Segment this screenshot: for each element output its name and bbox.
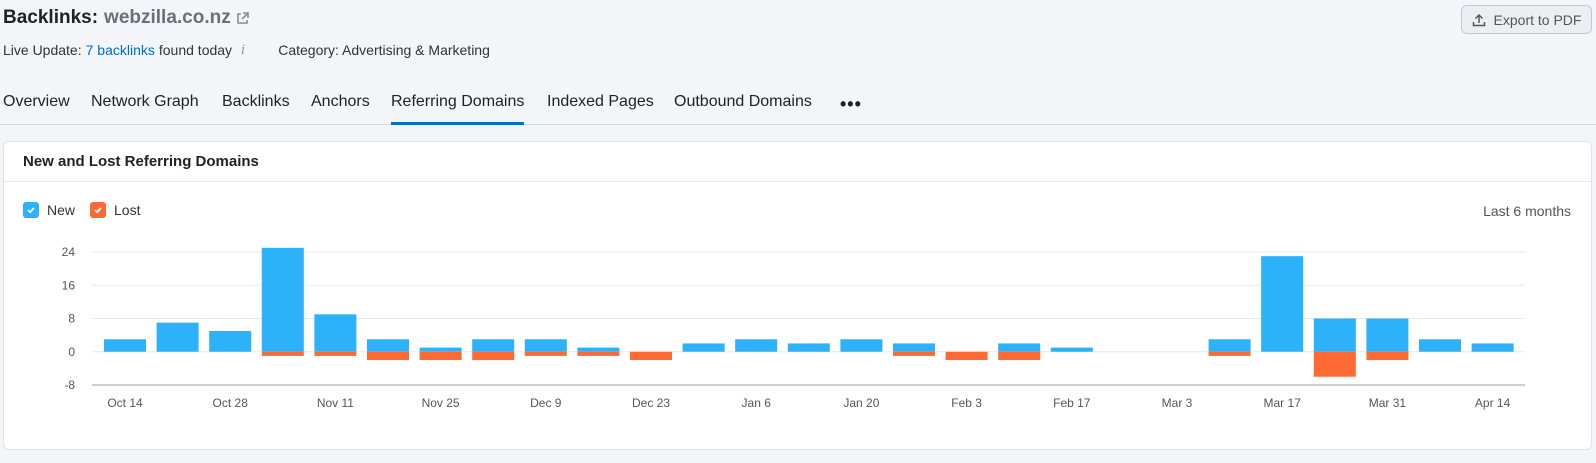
new-lost-referring-domains-card: New and Lost Referring Domains New Lost … [3,141,1592,450]
new-backlinks-link[interactable]: 7 backlinks [86,42,155,58]
x-tick-label: Mar 17 [1264,396,1302,410]
lost-domains-bar [945,351,988,361]
lost-domains-bar [1366,351,1409,361]
lost-domains-bar [998,351,1041,361]
new-domains-bar [1261,256,1304,352]
new-domains-bar [1208,339,1251,352]
tab-anchors[interactable]: Anchors [311,93,370,111]
y-tick-label: 8 [68,312,75,326]
new-domains-bar [209,330,252,352]
category-label: Category: Advertising & Marketing [278,42,490,58]
new-domains-bar [1050,347,1093,352]
lost-domains-bar [314,351,357,356]
tab-backlinks[interactable]: Backlinks [222,93,290,111]
x-tick-label: Nov 11 [317,396,354,410]
upload-icon [1472,13,1485,26]
new-domains-bar [840,339,883,352]
lost-domains-bar [472,351,515,361]
x-tick-label: Oct 14 [107,396,143,410]
page-title: Backlinks: webzilla.co.nz [3,7,250,29]
x-tick-label: Feb 17 [1053,396,1091,410]
tab-overview[interactable]: Overview [3,93,70,111]
new-lost-domains-chart: 24 16 8 0 -8 Oct 14 Oct 28 Nov 11 Nov 25 Dec 9 Dec… [62,245,1525,410]
new-domains-bar [156,322,199,352]
x-tick-label: Mar 31 [1369,396,1407,410]
tab-outbound-domains[interactable]: Outbound Domains [674,93,812,111]
y-tick-label: -8 [64,378,75,392]
x-tick-label: Mar 3 [1162,396,1193,410]
live-update-prefix: Live Update: [3,42,82,58]
x-tick-label: Jan 20 [843,396,879,410]
export-label: Export to PDF [1493,11,1582,28]
more-tabs-button[interactable]: ••• [840,94,862,115]
lost-domains-bar [577,351,620,356]
tab-network-graph[interactable]: Network Graph [91,93,199,111]
lost-domains-bar [893,351,935,356]
tab-referring-domains[interactable]: Referring Domains [391,93,525,125]
new-domains-bar [104,339,146,352]
new-domains-bar [261,247,304,352]
page-title-prefix: Backlinks: [3,7,99,28]
new-domains-bar [998,343,1041,352]
lost-domains-bar [630,351,672,361]
x-tick-label: Dec 9 [530,396,562,410]
new-domains-bar [419,347,462,352]
y-tick-label: 24 [62,245,76,259]
x-tick-label: Jan 6 [742,396,772,410]
y-tick-label: 16 [62,278,76,292]
lost-domains-bar [1208,351,1251,356]
new-domains-bar [1471,343,1514,352]
tab-bar: Overview Network Graph Backlinks Anchors… [0,84,1596,125]
new-domains-bar [472,339,515,352]
new-domains-bar [577,347,620,352]
new-domains-bar [682,343,725,352]
lost-domains-bar [419,351,462,361]
live-update-line: Live Update: 7 backlinks found today i C… [3,42,490,58]
x-tick-label: Apr 14 [1475,396,1511,410]
new-domains-bar [893,343,935,352]
new-domains-bar [1313,318,1356,352]
x-tick-label: Feb 3 [951,396,982,410]
y-tick-label: 0 [68,345,75,359]
info-icon[interactable]: i [241,43,245,58]
live-update-suffix: found today [158,42,233,58]
new-domains-bar [367,339,409,352]
lost-domains-bar [261,351,304,356]
lost-domains-bar [524,351,567,356]
lost-domains-bar [367,351,409,361]
domain-name: webzilla.co.nz [104,7,231,28]
x-tick-label: Dec 23 [632,396,670,410]
tab-indexed-pages[interactable]: Indexed Pages [547,93,654,111]
new-domains-bar [787,343,830,352]
new-domains-bar [735,339,778,352]
new-domains-bar [314,314,357,352]
x-tick-label: Oct 28 [213,396,249,410]
new-domains-bar [1366,318,1409,352]
x-tick-label: Nov 25 [422,396,460,410]
lost-domains-bar [1313,351,1356,377]
export-to-pdf-button[interactable]: Export to PDF [1461,5,1592,34]
new-domains-bar [524,339,567,352]
new-domains-bar [1419,339,1461,352]
external-link-icon[interactable] [235,11,250,26]
